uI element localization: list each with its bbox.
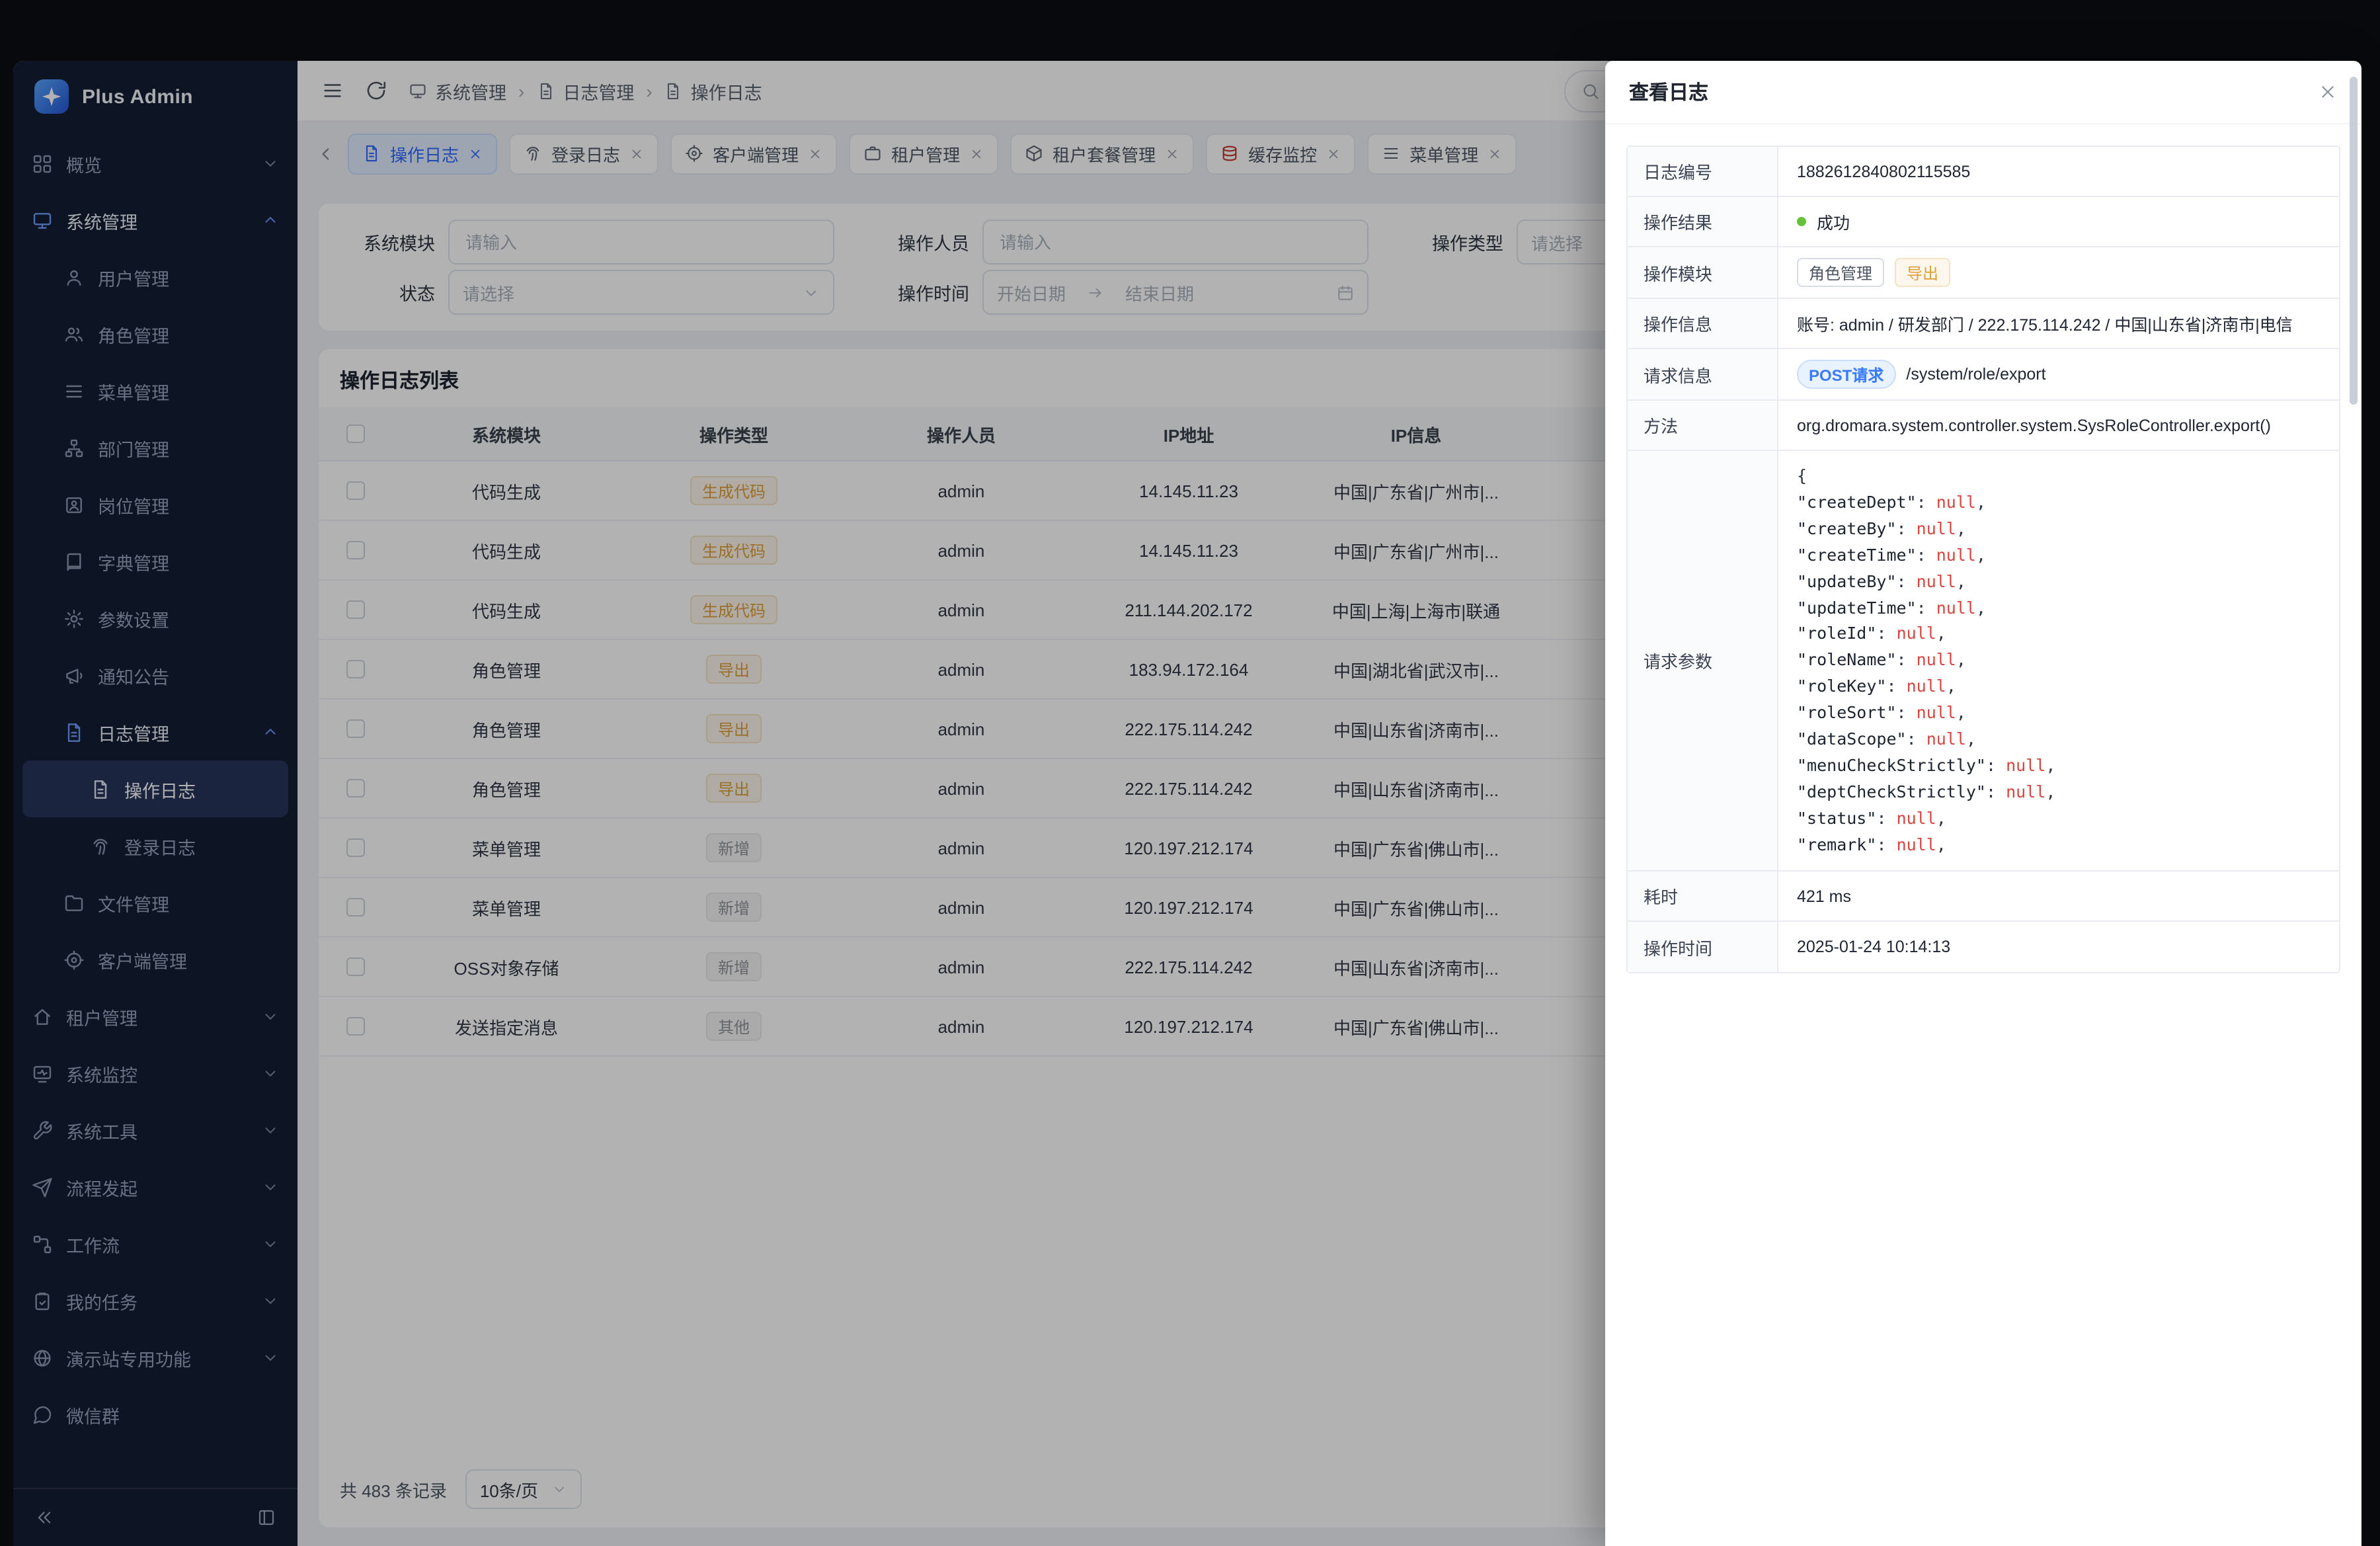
detail-row-duration: 耗时 421 ms xyxy=(1628,872,2339,922)
method-value: org.dromara.system.controller.system.Sys… xyxy=(1797,416,2271,434)
drawer-body: 日志编号 1882612840802115585 操作结果 成功 操作模块 角色… xyxy=(1605,124,2361,1546)
detail-row-method: 方法 org.dromara.system.controller.system.… xyxy=(1628,401,2339,451)
detail-row-module: 操作模块 角色管理 导出 xyxy=(1628,247,2339,299)
export-tag: 导出 xyxy=(1895,258,1950,287)
log-id-value: 1882612840802115585 xyxy=(1797,162,1970,181)
operation-info-value: 账号: admin / 研发部门 / 222.175.114.242 / 中国|… xyxy=(1797,311,2293,336)
result-value: 成功 xyxy=(1817,209,1850,234)
request-path: /system/role/export xyxy=(1906,365,2045,384)
close-icon[interactable] xyxy=(2318,82,2338,102)
request-params-code: { "createDept": null, "createBy": null, … xyxy=(1778,451,2339,870)
detail-row-params: 请求参数 { "createDept": null, "createBy": n… xyxy=(1628,451,2339,872)
operation-time-value: 2025-01-24 10:14:13 xyxy=(1797,938,1950,956)
detail-row-result: 操作结果 成功 xyxy=(1628,197,2339,247)
detail-row-log-id: 日志编号 1882612840802115585 xyxy=(1628,147,2339,197)
module-tag: 角色管理 xyxy=(1797,258,1884,287)
post-request-tag: POST请求 xyxy=(1797,360,1895,389)
drawer-title: 查看日志 xyxy=(1629,78,1708,106)
drawer-header: 查看日志 xyxy=(1605,61,2361,124)
detail-row-time: 操作时间 2025-01-24 10:14:13 xyxy=(1628,922,2339,972)
view-log-drawer: 查看日志 日志编号 1882612840802115585 操作结果 成功 操作… xyxy=(1605,61,2361,1546)
screen: Plus Admin 概览 系统管理 用户管理 角色管理 菜单管理 部门管理 岗… xyxy=(0,0,2380,1546)
duration-value: 421 ms xyxy=(1797,887,1851,905)
success-dot-icon xyxy=(1797,217,1806,226)
detail-row-request: 请求信息 POST请求 /system/role/export xyxy=(1628,349,2339,401)
detail-row-info: 操作信息 账号: admin / 研发部门 / 222.175.114.242 … xyxy=(1628,299,2339,349)
log-detail-table: 日志编号 1882612840802115585 操作结果 成功 操作模块 角色… xyxy=(1626,145,2340,973)
